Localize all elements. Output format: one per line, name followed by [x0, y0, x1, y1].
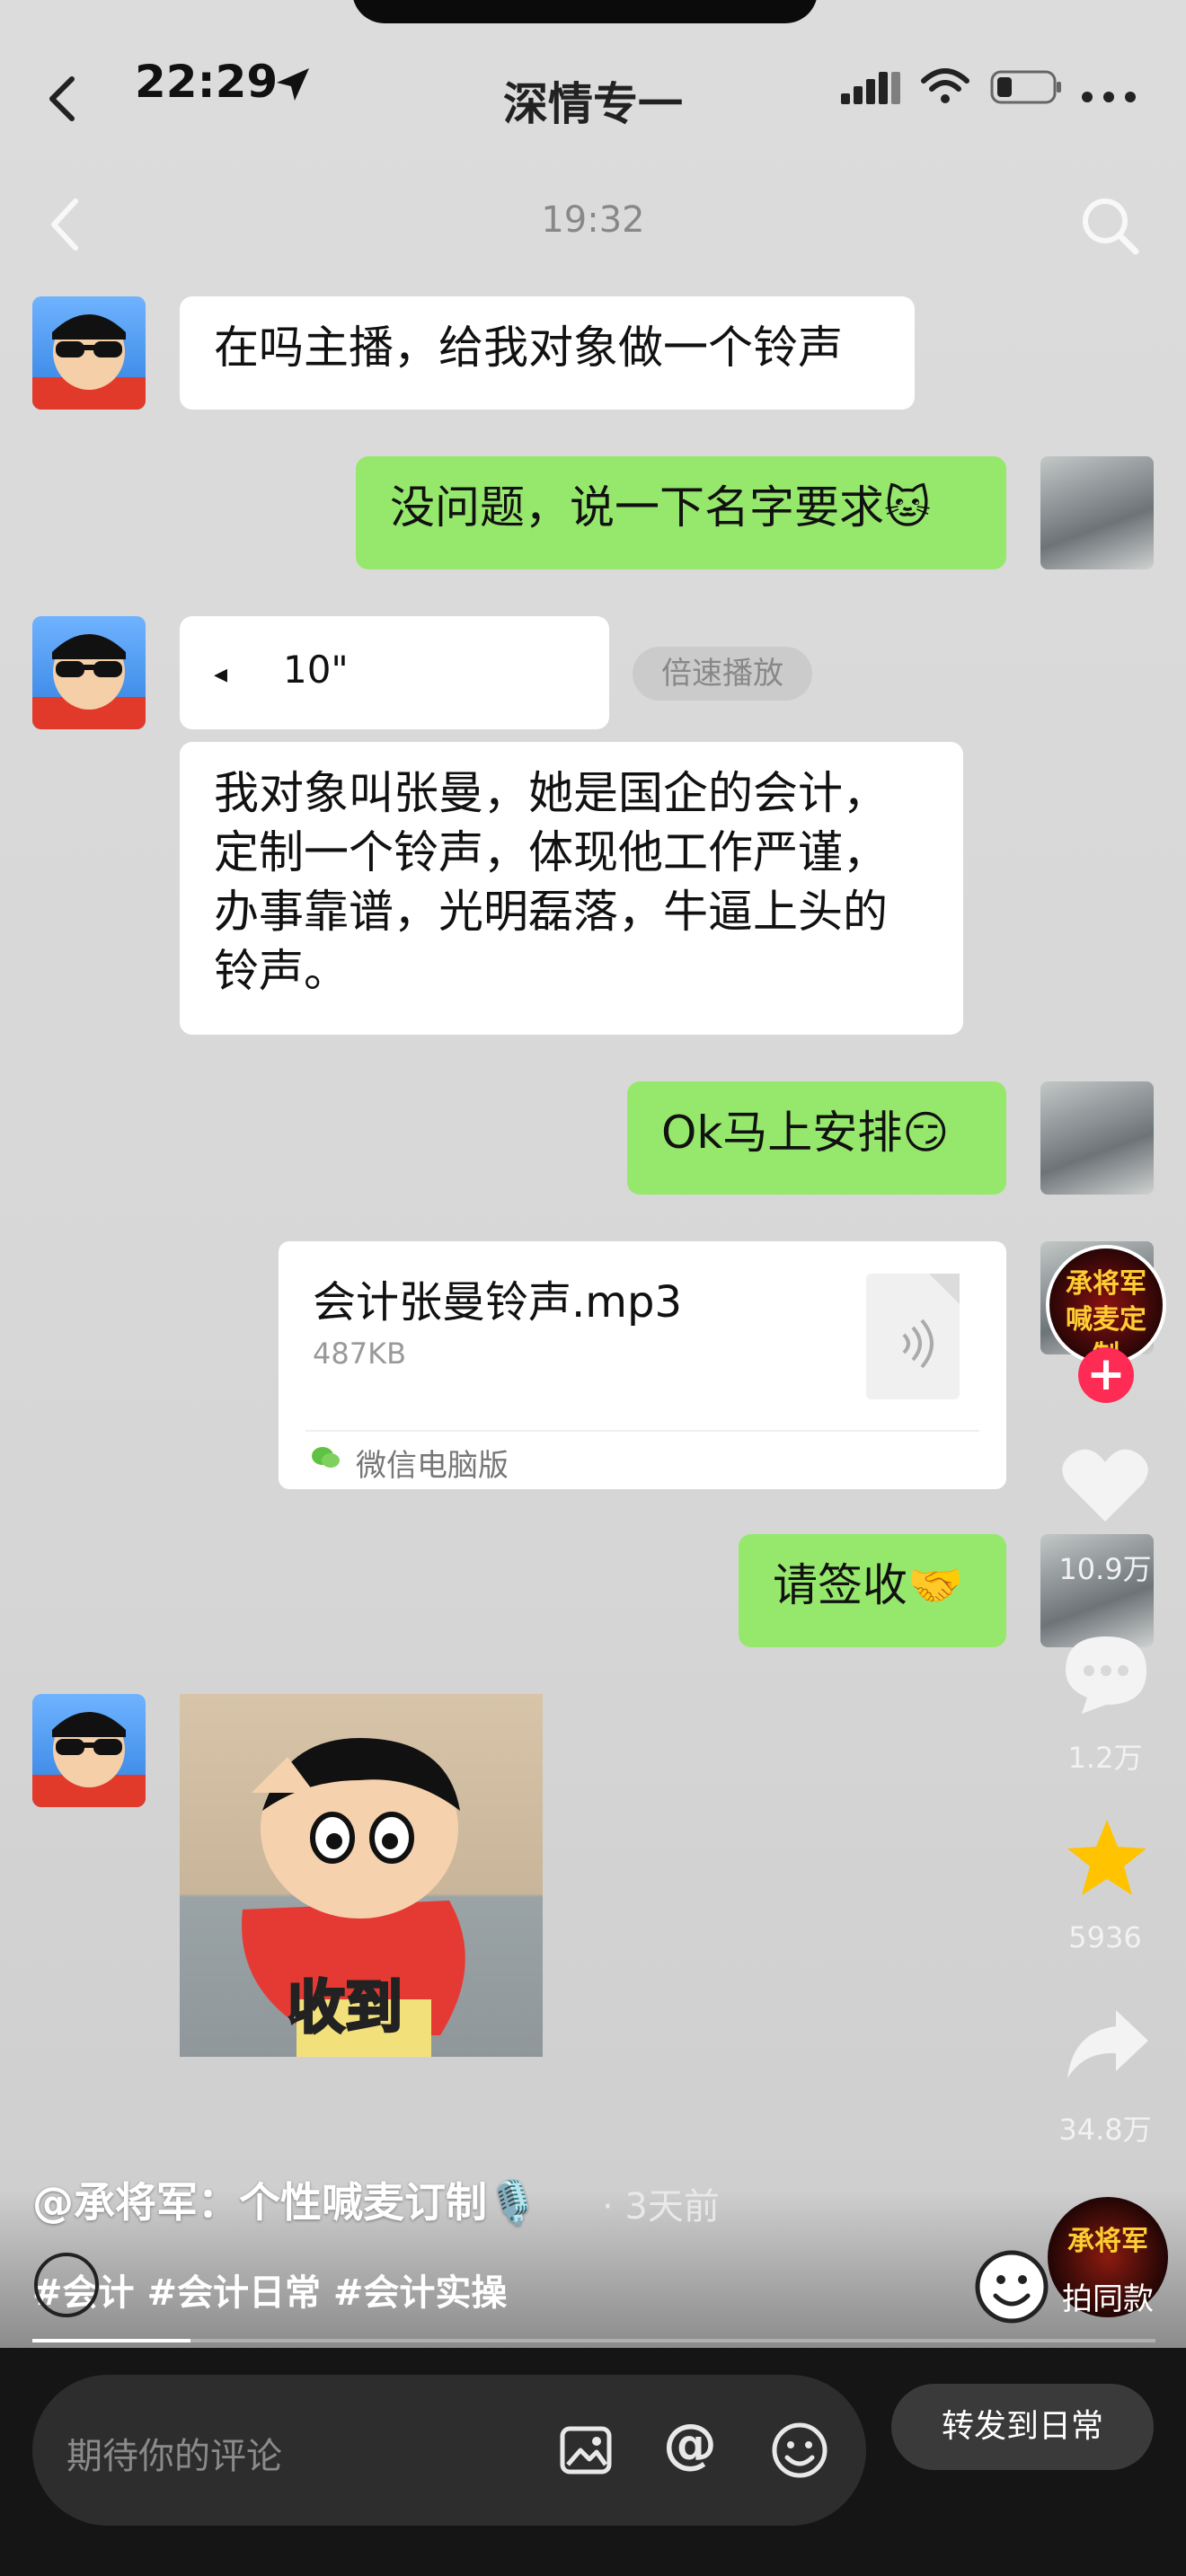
favorite-count: 5936 — [1068, 1920, 1142, 1954]
voice-message-bubble[interactable]: ◂ 10" — [180, 616, 609, 729]
chat-timestamp: 19:32 — [541, 199, 645, 241]
voice-wave-icon: ◂ — [214, 658, 228, 690]
comment-input[interactable]: 期待你的评论 @ — [32, 2375, 866, 2526]
sender-avatar[interactable] — [32, 296, 146, 410]
image-picker-icon[interactable] — [559, 2423, 613, 2481]
message-bubble[interactable]: 在吗主播，给我对象做一个铃声 — [180, 296, 915, 410]
follow-plus-button[interactable]: + — [1078, 1347, 1134, 1403]
more-dots-icon[interactable] — [1080, 90, 1137, 108]
file-source-label: 微信电脑版 — [356, 1448, 509, 1484]
like-heart-icon[interactable] — [1060, 1444, 1150, 1529]
message-text: 在吗主播，给我对象做一个铃声 — [214, 322, 843, 374]
message-bubble[interactable]: 没问题，说一下名字要求🐱 — [356, 456, 1006, 569]
wifi-icon — [920, 66, 970, 110]
file-message-card[interactable]: 会计张曼铃声.mp3 487KB 微信电脑版 — [279, 1241, 1006, 1489]
comment-bubble-icon[interactable] — [1062, 1633, 1150, 1719]
comment-count: 1.2万 — [1067, 1741, 1143, 1775]
share-arrow-icon[interactable] — [1064, 2007, 1152, 2087]
message-bubble[interactable]: 我对象叫张曼，她是国企的会计，定制一个铃声，体现他工作严谨，办事靠谱，光明磊落，… — [180, 742, 963, 1035]
mention-at-icon[interactable]: @ — [663, 2413, 717, 2475]
favorite-star-icon[interactable] — [1064, 1816, 1150, 1902]
message-bubble[interactable]: Ok马上安排😏 — [627, 1081, 1006, 1195]
share-count: 34.8万 — [1058, 2113, 1152, 2147]
divider — [305, 1430, 979, 1432]
sticker-caption: 收到 — [287, 1974, 404, 2043]
wechat-logo-icon — [311, 1444, 341, 1475]
voice-duration: 10" — [282, 648, 349, 692]
audio-file-icon — [866, 1274, 960, 1399]
signal-icon — [841, 70, 902, 110]
sticker-image[interactable]: 收到 — [180, 1694, 543, 2057]
comment-placeholder: 期待你的评论 — [66, 2436, 282, 2477]
emoji-icon[interactable] — [771, 2422, 828, 2483]
video-author-caption[interactable]: @承将军：个性喊麦订制🎙️ — [32, 2170, 538, 2229]
self-avatar[interactable] — [1040, 456, 1154, 569]
same-style-label[interactable]: 拍同款 — [1042, 2274, 1173, 2318]
message-bubble[interactable]: 请签收🤝 — [739, 1534, 1006, 1647]
sender-avatar[interactable] — [32, 1694, 146, 1807]
message-text: 我对象叫张曼，她是国企的会计，定制一个铃声，体现他工作严谨，办事靠谱，光明磊落，… — [214, 767, 888, 997]
message-text: 请签收🤝 — [773, 1559, 964, 1611]
device-notch — [352, 0, 818, 23]
like-count: 10.9万 — [1058, 1552, 1152, 1586]
self-avatar[interactable] — [1040, 1081, 1154, 1195]
message-text: 没问题，说一下名字要求🐱 — [390, 481, 932, 534]
search-icon[interactable] — [1078, 194, 1141, 260]
file-name: 会计张曼铃声.mp3 — [313, 1277, 683, 1328]
file-size: 487KB — [313, 1337, 407, 1371]
message-text: Ok马上安排😏 — [661, 1107, 950, 1159]
video-progress-fill — [32, 2339, 190, 2342]
sticker-emoji-button-icon[interactable] — [974, 2249, 1049, 2328]
sender-avatar[interactable] — [32, 616, 146, 729]
forward-to-daily-button[interactable]: 转发到日常 — [891, 2384, 1154, 2470]
video-hashtags[interactable]: #会计 #会计日常 #会计实操 — [32, 2263, 507, 2316]
music-disc-text: 承将军 — [1067, 2226, 1148, 2257]
speed-play-button[interactable]: 倍速播放 — [633, 647, 812, 701]
bottom-left-circle-icon[interactable] — [34, 2253, 99, 2317]
video-time-ago: · 3天前 — [602, 2186, 720, 2228]
battery-icon — [990, 70, 1064, 110]
video-progress-bar[interactable] — [32, 2339, 1155, 2342]
